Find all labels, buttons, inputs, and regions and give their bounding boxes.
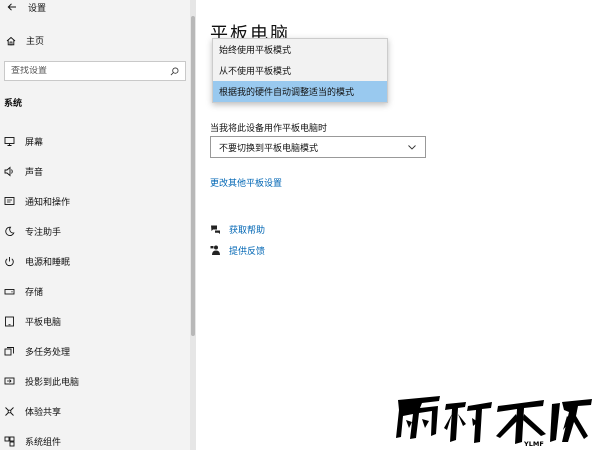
dropdown-option-never-tablet[interactable]: 从不使用平板模式 xyxy=(213,60,387,81)
section-title: 系统 xyxy=(4,99,23,109)
sidebar-item-focus-assist[interactable]: 专注助手 xyxy=(0,216,190,246)
sidebar-item-label: 系统组件 xyxy=(25,437,62,448)
sidebar-nav: 屏幕 声音 通知和操作 专注助手 电源和睡眠 存储 平板电脑 多任务处理 投影到… xyxy=(0,126,190,450)
sidebar-item-label: 屏幕 xyxy=(25,137,44,148)
sidebar-item-label: 通知和操作 xyxy=(25,197,71,208)
more-tablet-settings-link[interactable]: 更改其他平板设置 xyxy=(210,176,282,189)
home-icon xyxy=(6,36,16,45)
power-icon xyxy=(4,256,15,267)
sidebar-item-shared-experiences[interactable]: 体验共享 xyxy=(0,396,190,426)
feedback-person-icon xyxy=(210,245,221,256)
search-icon[interactable] xyxy=(170,67,179,76)
chevron-down-icon xyxy=(408,145,416,150)
sidebar-item-label: 声音 xyxy=(25,167,44,178)
feedback-link[interactable]: 提供反馈 xyxy=(210,244,265,257)
moon-icon xyxy=(4,226,15,237)
notification-icon xyxy=(4,196,15,207)
back-button[interactable] xyxy=(6,1,18,13)
sidebar-item-projecting[interactable]: 投影到此电脑 xyxy=(0,366,190,396)
storage-icon xyxy=(4,286,15,297)
sidebar-item-label: 多任务处理 xyxy=(25,347,71,358)
components-icon xyxy=(4,436,15,447)
titlebar: 设置 xyxy=(0,0,196,14)
sidebar-item-storage[interactable]: 存储 xyxy=(0,276,190,306)
search-input[interactable] xyxy=(11,66,171,76)
sidebar-item-label: 主页 xyxy=(26,37,45,47)
sidebar-item-power[interactable]: 电源和睡眠 xyxy=(0,246,190,276)
sidebar-item-sound[interactable]: 声音 xyxy=(0,156,190,186)
tablet-use-select[interactable]: 不要切换到平板电脑模式 xyxy=(210,136,426,158)
monitor-icon xyxy=(4,136,15,147)
sidebar-item-system-components[interactable]: 系统组件 xyxy=(0,426,190,450)
sidebar-item-label: 专注助手 xyxy=(25,227,62,238)
sidebar-item-tablet[interactable]: 平板电脑 xyxy=(0,306,190,336)
watermark-logo: YLMF xyxy=(392,392,598,448)
tablet-use-label: 当我将此设备用作平板电脑时 xyxy=(210,124,328,134)
sidebar-item-label: 体验共享 xyxy=(25,407,62,418)
tablet-mode-dropdown-menu: 始终使用平板模式 从不使用平板模式 根据我的硬件自动调整适当的模式 xyxy=(212,38,388,103)
sidebar-item-display[interactable]: 屏幕 xyxy=(0,126,190,156)
sidebar-item-label: 电源和睡眠 xyxy=(25,257,71,268)
tablet-icon xyxy=(4,316,15,327)
sidebar-item-label: 平板电脑 xyxy=(25,317,62,328)
watermark-subtext: YLMF xyxy=(523,440,544,448)
sidebar: 设置 主页 系统 屏幕 xyxy=(0,0,196,450)
chat-help-icon xyxy=(210,224,221,235)
sidebar-item-notifications[interactable]: 通知和操作 xyxy=(0,186,190,216)
search-box[interactable] xyxy=(4,61,186,81)
app-title: 设置 xyxy=(28,3,47,14)
project-icon xyxy=(4,376,15,387)
sidebar-item-home[interactable]: 主页 xyxy=(6,34,44,47)
multitask-icon xyxy=(4,346,15,357)
sidebar-item-label: 存储 xyxy=(25,287,44,298)
dropdown-option-always-tablet[interactable]: 始终使用平板模式 xyxy=(213,39,387,60)
get-help-label: 获取帮助 xyxy=(229,226,266,236)
feedback-label: 提供反馈 xyxy=(229,247,266,257)
back-arrow-icon xyxy=(7,3,16,11)
speaker-icon xyxy=(4,166,15,177)
sidebar-item-label: 投影到此电脑 xyxy=(25,377,80,388)
share-icon xyxy=(4,406,15,417)
sidebar-item-multitasking[interactable]: 多任务处理 xyxy=(0,336,190,366)
main-content: 平板电脑 始终使用平板模式 从不使用平板模式 根据我的硬件自动调整适当的模式 当… xyxy=(196,0,600,450)
settings-window: 设置 主页 系统 屏幕 xyxy=(0,0,600,450)
dropdown-option-auto-mode[interactable]: 根据我的硬件自动调整适当的模式 xyxy=(213,81,387,102)
scrollbar-thumb[interactable] xyxy=(191,16,195,336)
select-value: 不要切换到平板电脑模式 xyxy=(219,143,319,154)
get-help-link[interactable]: 获取帮助 xyxy=(210,223,265,236)
